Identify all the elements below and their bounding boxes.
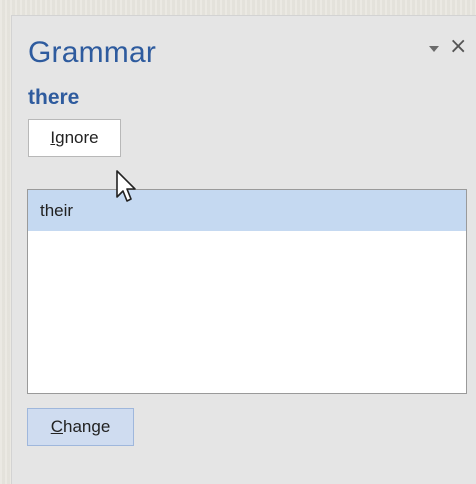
chevron-down-icon[interactable] (429, 46, 439, 52)
pane-title: Grammar (28, 36, 157, 69)
grammar-pane: Grammar × there Ignore their Change (11, 15, 476, 484)
mouse-pointer-icon (116, 170, 136, 202)
error-word: there (28, 86, 80, 109)
close-icon[interactable]: × (449, 36, 467, 58)
ignore-label: gnore (55, 128, 99, 147)
ignore-button[interactable]: Ignore (28, 119, 121, 157)
change-accelerator: C (50, 417, 63, 436)
document-background: Grammar × there Ignore their Change (0, 0, 476, 484)
suggestion-item[interactable]: their (28, 190, 466, 231)
change-button[interactable]: Change (27, 408, 134, 446)
change-label: hange (63, 417, 111, 436)
suggestion-list[interactable]: their (27, 189, 467, 394)
